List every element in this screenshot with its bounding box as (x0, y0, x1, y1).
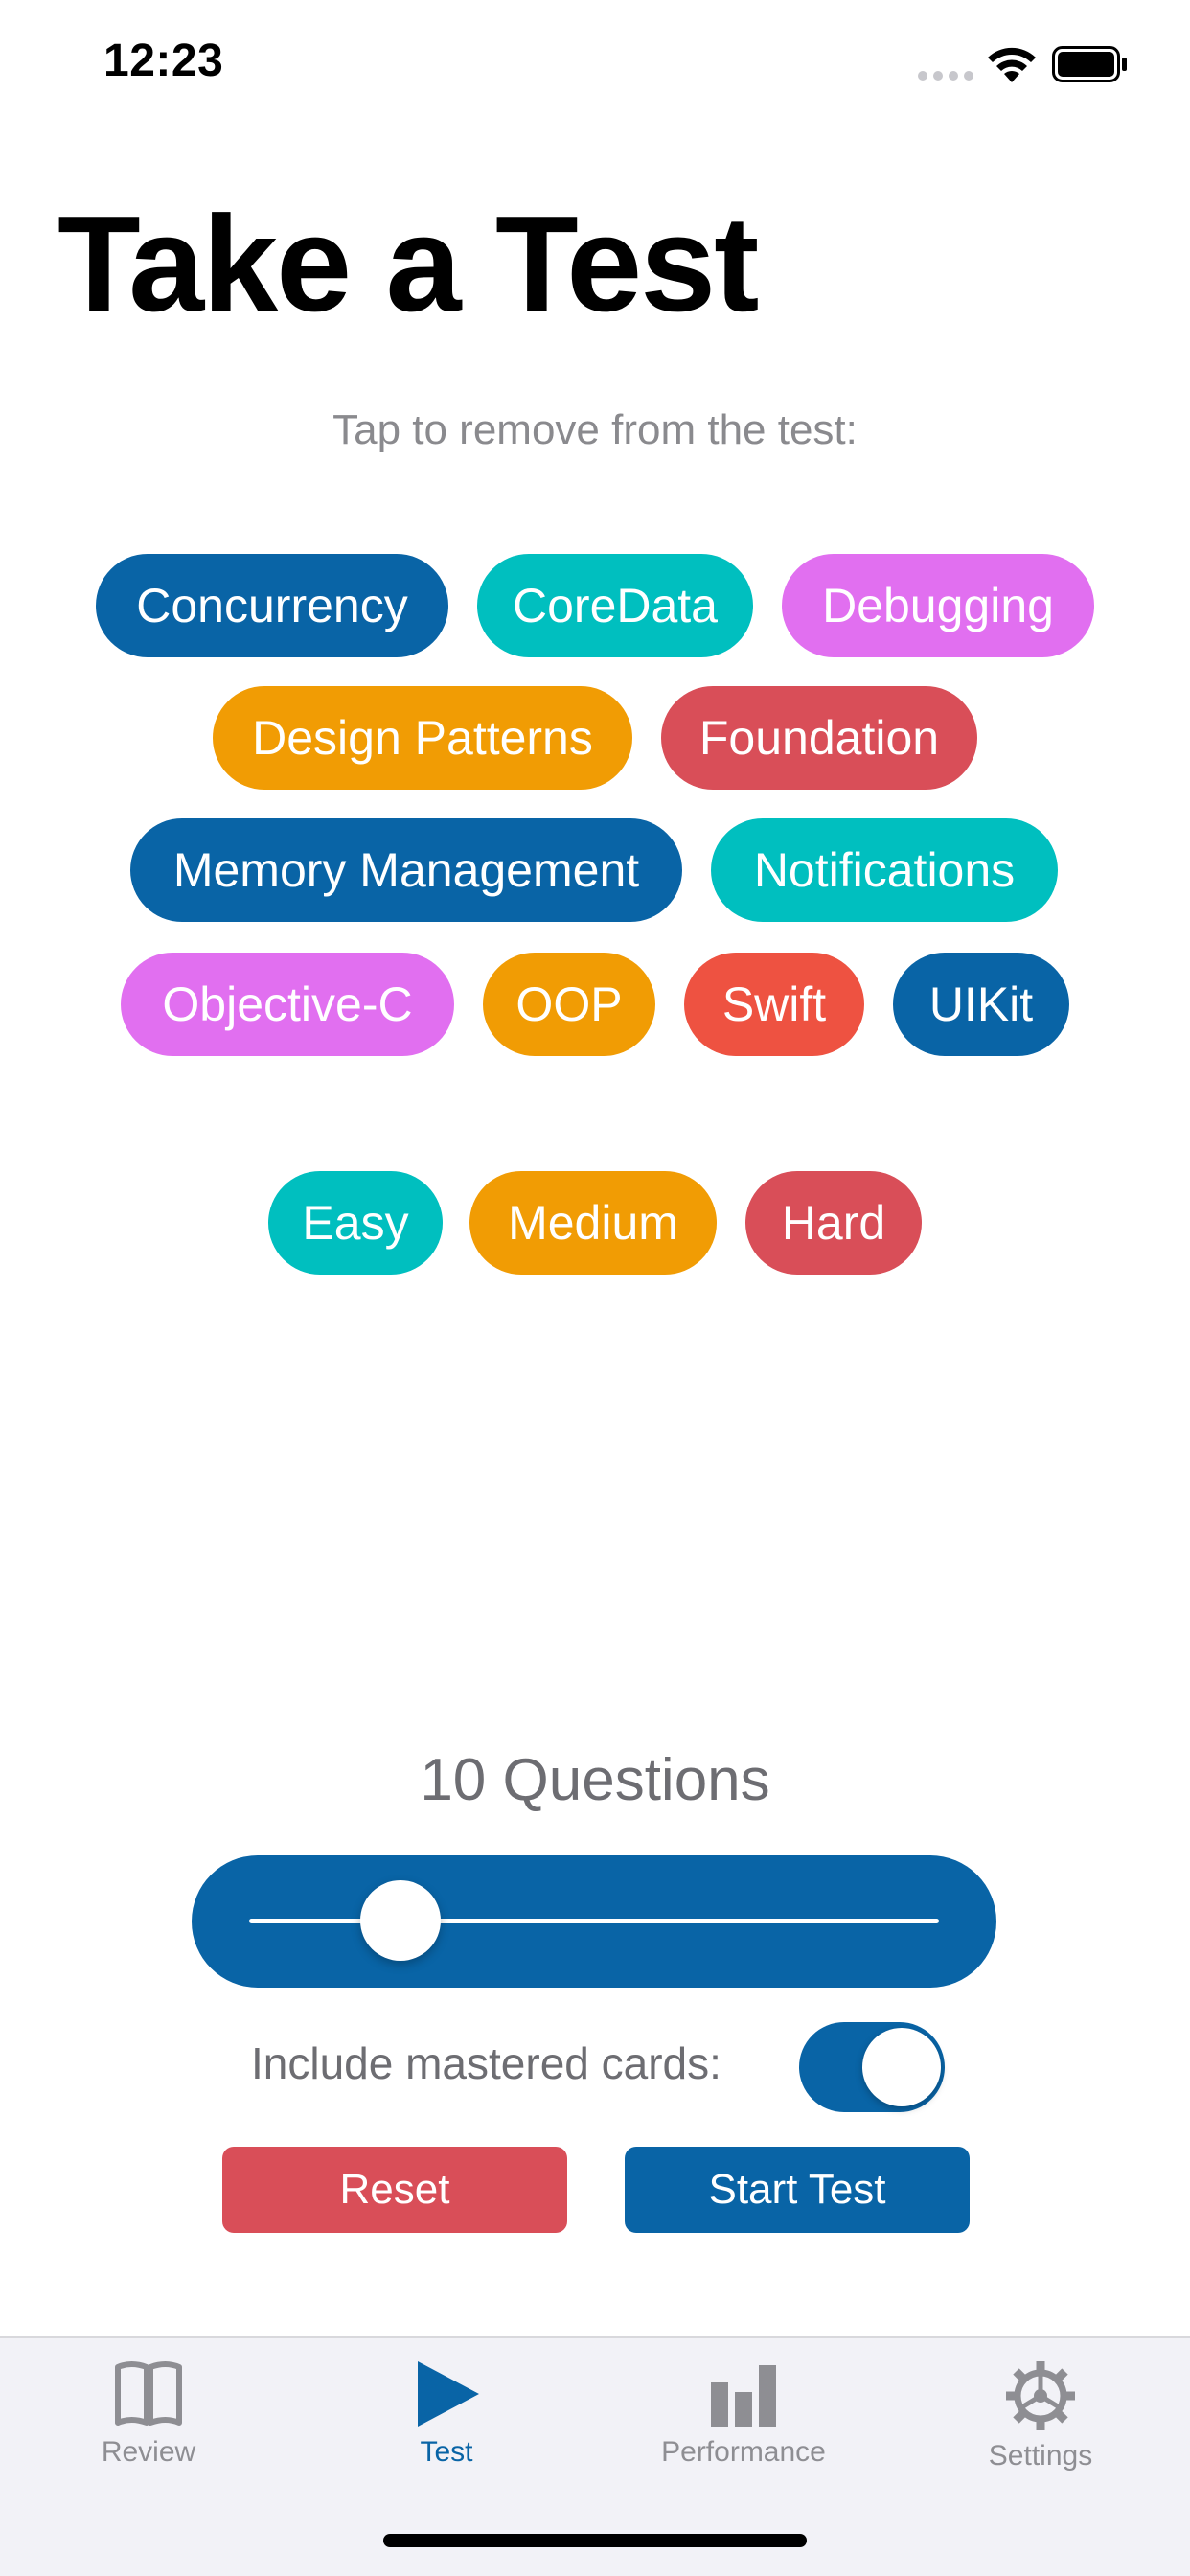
category-chip-coredata[interactable]: CoreData (477, 554, 753, 657)
category-chip-concurrency[interactable]: Concurrency (96, 554, 448, 657)
tab-review[interactable]: Review (34, 2359, 263, 2469)
tab-settings[interactable]: Settings (926, 2359, 1156, 2472)
cellular-signal-icon (918, 71, 973, 80)
category-chip-objective-c[interactable]: Objective-C (121, 953, 454, 1056)
category-chip-debugging[interactable]: Debugging (782, 554, 1094, 657)
difficulty-chip-medium[interactable]: Medium (469, 1171, 717, 1275)
tab-test-label: Test (420, 2436, 473, 2468)
bar-chart-icon (711, 2365, 776, 2426)
category-chip-design-patterns[interactable]: Design Patterns (213, 686, 632, 790)
wifi-icon (988, 47, 1036, 82)
mastered-cards-toggle[interactable] (799, 2022, 945, 2112)
slider-thumb[interactable] (360, 1880, 442, 1961)
instruction-text: Tap to remove from the test: (332, 406, 858, 453)
toggle-knob (862, 2028, 941, 2106)
question-count-slider[interactable] (192, 1855, 996, 1988)
difficulty-chip-hard[interactable]: Hard (745, 1171, 922, 1275)
question-count-label: 10 Questions (420, 1747, 770, 1813)
category-chip-foundation[interactable]: Foundation (661, 686, 977, 790)
book-icon (115, 2361, 182, 2426)
category-chip-uikit[interactable]: UIKit (893, 953, 1069, 1056)
home-indicator (383, 2534, 807, 2547)
category-chip-notifications[interactable]: Notifications (711, 818, 1058, 922)
category-chip-swift[interactable]: Swift (684, 953, 864, 1056)
play-icon (418, 2361, 479, 2426)
status-bar: 12:23 (0, 0, 1190, 126)
reset-button[interactable]: Reset (222, 2147, 567, 2233)
tab-performance[interactable]: Performance (629, 2359, 858, 2469)
start-test-button[interactable]: Start Test (625, 2147, 970, 2233)
tab-review-label: Review (101, 2436, 196, 2468)
page-title: Take a Test (57, 188, 759, 340)
status-time: 12:23 (103, 35, 224, 86)
tab-performance-label: Performance (661, 2436, 826, 2468)
tab-settings-label: Settings (988, 2440, 1093, 2472)
gear-icon (1006, 2361, 1075, 2430)
mastered-cards-label: Include mastered cards: (251, 2038, 721, 2088)
category-chip-oop[interactable]: OOP (483, 953, 655, 1056)
battery-icon (1052, 46, 1127, 82)
slider-track[interactable] (249, 1919, 939, 1923)
difficulty-chip-easy[interactable]: Easy (268, 1171, 443, 1275)
tab-test[interactable]: Test (332, 2359, 561, 2469)
category-chip-memory-management[interactable]: Memory Management (130, 818, 682, 922)
